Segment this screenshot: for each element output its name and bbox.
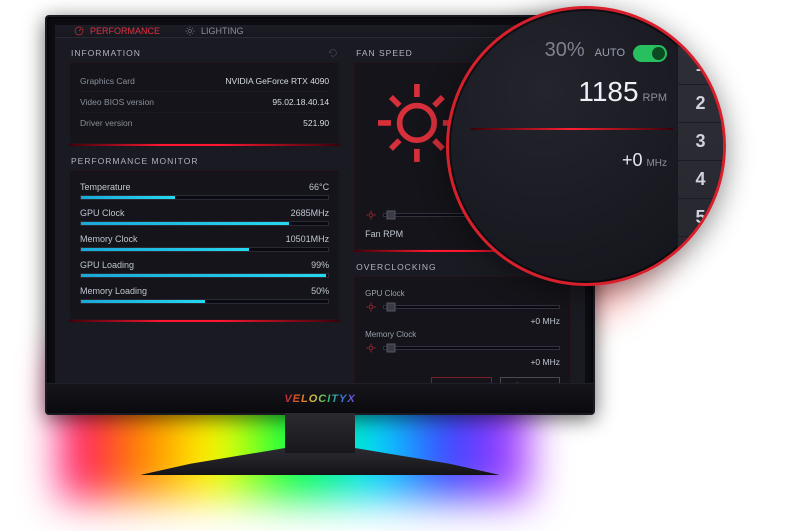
table-row: Graphics CardNVIDIA GeForce RTX 4090: [80, 71, 329, 92]
zoom-auto-label: AUTO: [595, 47, 625, 59]
table-row: Video BIOS version95.02.18.40.14: [80, 92, 329, 113]
velocityx-logo: VELOCITYX: [284, 393, 355, 405]
lighting-icon: [184, 25, 196, 37]
table-row: Driver version521.90: [80, 113, 329, 133]
preset-4-button[interactable]: 4: [678, 161, 723, 199]
refresh-icon[interactable]: [328, 48, 338, 58]
perf-row-temperature: Temperature66°C: [80, 179, 329, 205]
perfmon-panel: Temperature66°C GPU Clock2685MHz Memory …: [69, 170, 340, 320]
oc-title: OVERCLOCKING: [356, 262, 437, 272]
preset-5-button[interactable]: 5: [678, 199, 723, 237]
perfmon-title: PERFORMANCE MONITOR: [71, 156, 198, 166]
gear-icon: [365, 342, 377, 354]
zoom-rpm: 1185RPM: [477, 76, 667, 108]
preset-sidebar: 1 2 3 4 5: [677, 9, 723, 283]
oc-mem-slider[interactable]: [365, 342, 560, 354]
zoom-oc-value: +0 MHz: [477, 150, 667, 171]
gear-icon: [365, 301, 377, 313]
monitor-stand-neck: [285, 413, 355, 453]
info-title-row: INFORMATION: [69, 48, 340, 62]
preset-2-button[interactable]: 2: [678, 85, 723, 123]
oc-panel: GPU Clock +0 MHz Memory Clock: [354, 276, 571, 383]
tab-lighting-label: LIGHTING: [201, 26, 244, 36]
fan-title: FAN SPEED: [356, 48, 413, 58]
monitor-chin: VELOCITYX: [47, 383, 593, 413]
preset-1-button[interactable]: 1: [678, 47, 723, 85]
history-icon: [692, 247, 710, 265]
zoom-fan-percent: 30%: [545, 39, 585, 62]
gear-icon: [365, 209, 377, 221]
magnifier: 30% AUTO 1185RPM +0 MHz: [446, 6, 726, 286]
zoom-auto-toggle[interactable]: [633, 45, 667, 62]
oc-gpu-slider[interactable]: [365, 301, 560, 313]
perf-row-gpu-clock: GPU Clock2685MHz: [80, 205, 329, 231]
save-preset-button[interactable]: [678, 9, 723, 47]
info-title: INFORMATION: [71, 48, 141, 58]
perf-row-memory-loading: Memory Loading50%: [80, 283, 329, 309]
oc-mem-row: Memory Clock +0 MHz: [365, 330, 560, 367]
perf-row-memory-clock: Memory Clock10501MHz: [80, 231, 329, 257]
tab-performance[interactable]: PERFORMANCE: [61, 25, 172, 37]
save-icon: [692, 19, 710, 37]
history-button[interactable]: [678, 237, 723, 275]
tab-lighting[interactable]: LIGHTING: [172, 25, 256, 37]
oc-gpu-row: GPU Clock +0 MHz: [365, 289, 560, 326]
gauge-icon: [73, 25, 85, 37]
tab-performance-label: PERFORMANCE: [90, 26, 160, 36]
preset-3-button[interactable]: 3: [678, 123, 723, 161]
info-panel: Graphics CardNVIDIA GeForce RTX 4090 Vid…: [69, 62, 340, 144]
perf-row-gpu-loading: GPU Loading99%: [80, 257, 329, 283]
